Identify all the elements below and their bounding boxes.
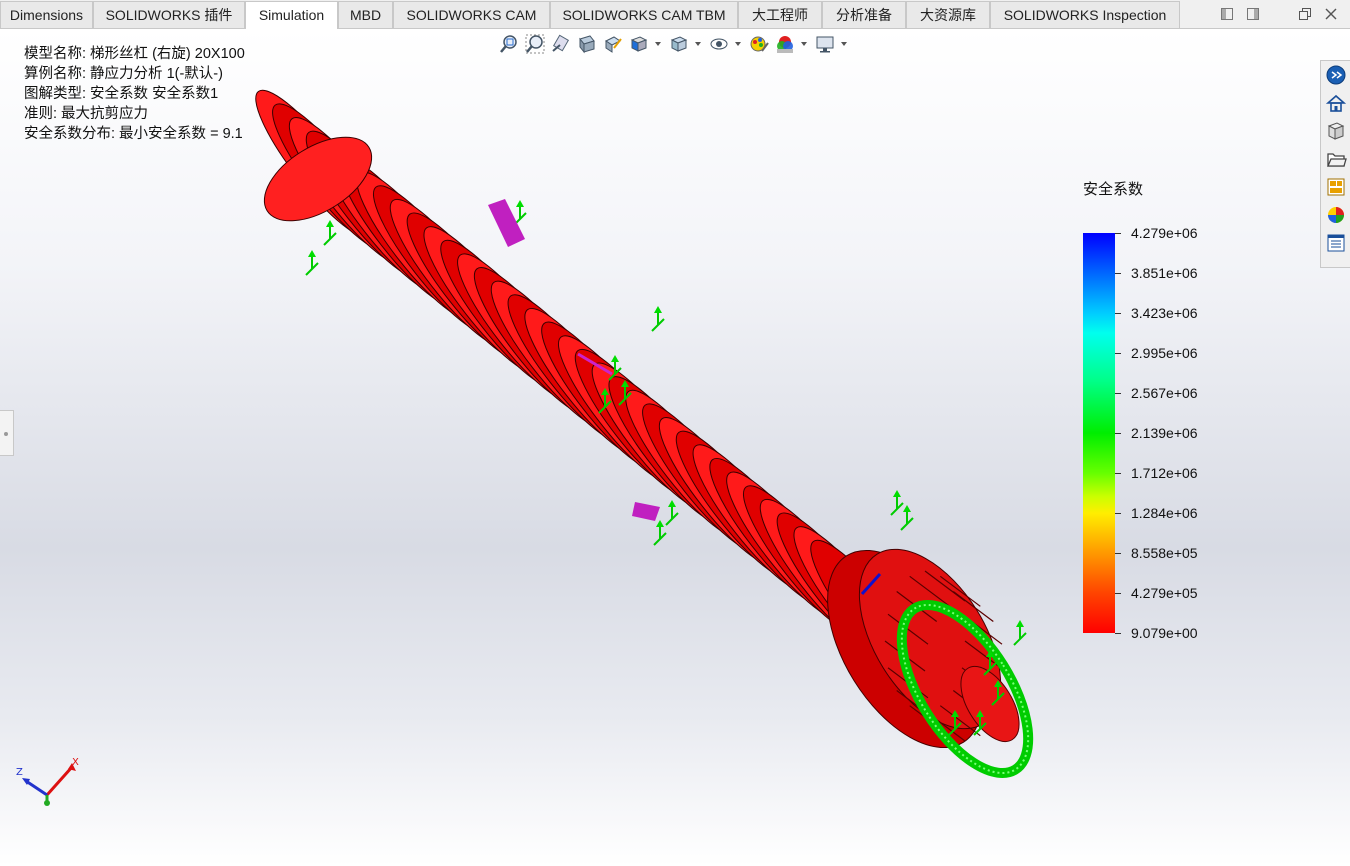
design-library-icon[interactable] bbox=[1325, 120, 1347, 142]
appearances-scenes-icon[interactable] bbox=[1325, 204, 1347, 226]
restore-icon[interactable] bbox=[1297, 6, 1313, 22]
dynamic-annotation-icon[interactable] bbox=[602, 33, 624, 55]
file-explorer-icon[interactable] bbox=[1325, 148, 1347, 170]
custom-properties-icon[interactable] bbox=[1325, 232, 1347, 254]
chevron-down-icon[interactable] bbox=[734, 40, 742, 48]
legend-tick-label: 2.567e+06 bbox=[1131, 385, 1198, 401]
legend-tick bbox=[1115, 313, 1121, 314]
task-pane-tabs bbox=[1320, 60, 1350, 268]
tab-analysis-prep[interactable]: 分析准备 bbox=[822, 1, 906, 28]
legend-tick-label: 4.279e+06 bbox=[1131, 225, 1198, 241]
chevron-down-icon[interactable] bbox=[694, 40, 702, 48]
close-icon[interactable] bbox=[1323, 6, 1339, 22]
legend-tick bbox=[1115, 513, 1121, 514]
edit-appearance-icon[interactable] bbox=[748, 33, 770, 55]
plot-info-block: 模型名称: 梯形丝杠 (右旋) 20X100 算例名称: 静应力分析 1(-默认… bbox=[24, 44, 245, 144]
svg-text:X: X bbox=[72, 757, 79, 768]
legend-tick-label: 2.139e+06 bbox=[1131, 425, 1198, 441]
legend-color-bar bbox=[1083, 233, 1115, 633]
legend-tick-label: 3.423e+06 bbox=[1131, 305, 1198, 321]
legend-tick-label: 3.851e+06 bbox=[1131, 265, 1198, 281]
legend-title: 安全系数 bbox=[1083, 181, 1144, 198]
view-palette-icon[interactable] bbox=[1325, 176, 1347, 198]
legend-tick bbox=[1115, 233, 1121, 234]
heads-up-view-toolbar bbox=[496, 33, 856, 57]
home-icon[interactable] bbox=[1325, 92, 1347, 114]
chevron-down-icon[interactable] bbox=[654, 40, 662, 48]
tab-simulation[interactable]: Simulation bbox=[245, 1, 338, 29]
tab-solidworks-inspection[interactable]: SOLIDWORKS Inspection bbox=[990, 1, 1180, 28]
fixture-arrow bbox=[651, 306, 665, 332]
tab-da-gong-cheng-shi[interactable]: 大工程师 bbox=[738, 1, 822, 28]
view-settings-icon[interactable] bbox=[814, 33, 836, 55]
hide-show-items-icon[interactable] bbox=[708, 33, 730, 55]
display-style-icon[interactable] bbox=[668, 33, 690, 55]
svg-text:Z: Z bbox=[16, 767, 23, 778]
tab-solidworks-cam-tbm[interactable]: SOLIDWORKS CAM TBM bbox=[550, 1, 738, 28]
tile-left-icon[interactable] bbox=[1219, 6, 1235, 22]
fixture-arrow bbox=[900, 505, 914, 531]
legend-tick-label: 8.558e+05 bbox=[1131, 545, 1198, 561]
chevron-down-icon[interactable] bbox=[840, 40, 848, 48]
fixture-arrow bbox=[665, 500, 679, 526]
tab-resource-library[interactable]: 大资源库 bbox=[906, 1, 990, 28]
legend-tick bbox=[1115, 473, 1121, 474]
plot-type-text: 图解类型: 安全系数 安全系数1 bbox=[24, 86, 219, 102]
fos-distribution-text: 安全系数分布: 最小安全系数 = 9.1 bbox=[24, 126, 243, 142]
fixture-arrow bbox=[305, 250, 319, 276]
fixture-arrow bbox=[1013, 620, 1027, 646]
command-manager-tab-bar: Dimensions SOLIDWORKS 插件 Simulation MBD … bbox=[0, 0, 1350, 29]
chevron-down-icon[interactable] bbox=[800, 40, 808, 48]
legend-tick bbox=[1115, 553, 1121, 554]
legend-tick bbox=[1115, 393, 1121, 394]
legend-tick bbox=[1115, 633, 1121, 634]
legend-tick-label: 1.712e+06 bbox=[1131, 465, 1198, 481]
model-result-plot bbox=[255, 89, 1034, 779]
legend-tick-label: 2.995e+06 bbox=[1131, 345, 1198, 361]
study-name-text: 算例名称: 静应力分析 1(-默认-) bbox=[24, 66, 223, 82]
section-view-icon[interactable] bbox=[576, 33, 598, 55]
tile-right-icon[interactable] bbox=[1245, 6, 1261, 22]
legend-tick bbox=[1115, 593, 1121, 594]
solidworks-resources-icon[interactable] bbox=[1325, 64, 1347, 86]
graphics-area[interactable]: 模型名称: 梯形丝杠 (右旋) 20X100 算例名称: 静应力分析 1(-默认… bbox=[0, 29, 1350, 866]
zoom-to-area-icon[interactable] bbox=[524, 33, 546, 55]
apply-scene-icon[interactable] bbox=[774, 33, 796, 55]
legend-tick-label: 4.279e+05 bbox=[1131, 585, 1198, 601]
legend-tick bbox=[1115, 433, 1121, 434]
tab-solidworks-addins[interactable]: SOLIDWORKS 插件 bbox=[93, 1, 245, 28]
fixture-arrow bbox=[653, 520, 667, 546]
criterion-text: 准则: 最大抗剪应力 bbox=[24, 106, 149, 122]
legend-tick-label: 9.079e+00 bbox=[1131, 625, 1198, 641]
legend-tick bbox=[1115, 353, 1121, 354]
tab-solidworks-cam[interactable]: SOLIDWORKS CAM bbox=[393, 1, 550, 28]
previous-view-icon[interactable] bbox=[550, 33, 572, 55]
tab-mbd[interactable]: MBD bbox=[338, 1, 393, 28]
legend-tick bbox=[1115, 273, 1121, 274]
zoom-to-fit-icon[interactable] bbox=[498, 33, 520, 55]
fixture-arrow bbox=[890, 490, 904, 516]
view-orientation-icon[interactable] bbox=[628, 33, 650, 55]
legend-tick-label: 1.284e+06 bbox=[1131, 505, 1198, 521]
tab-dimensions[interactable]: Dimensions bbox=[0, 1, 93, 28]
reference-triad: X Z bbox=[16, 757, 79, 806]
fixture-arrow bbox=[323, 220, 337, 246]
load-markers bbox=[488, 199, 882, 596]
model-name-text: 模型名称: 梯形丝杠 (右旋) 20X100 bbox=[24, 46, 245, 62]
feature-manager-collapse-handle[interactable] bbox=[0, 410, 14, 456]
